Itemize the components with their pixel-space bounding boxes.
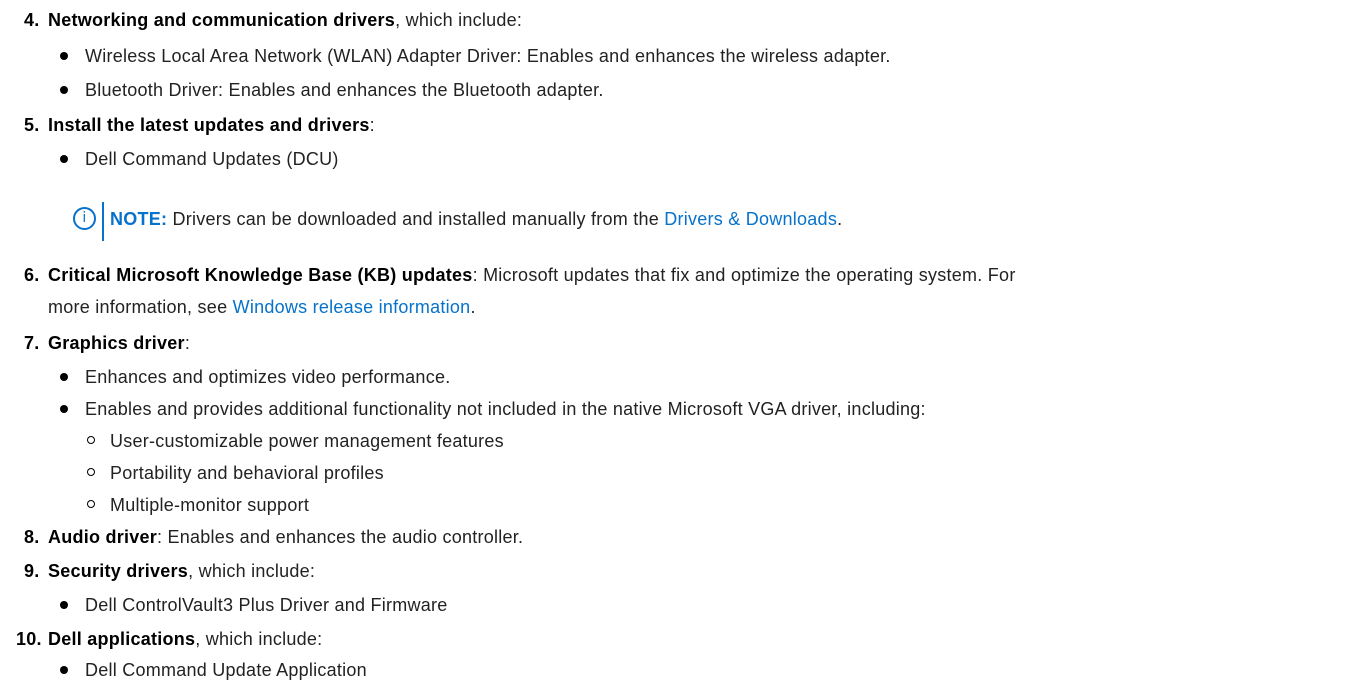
- list-item-install-updates: Install the latest updates and drivers:: [48, 113, 375, 137]
- sub-bullet-item: Portability and behavioral profiles: [110, 463, 384, 483]
- item-text: :: [369, 115, 375, 135]
- item-text: more information, see: [48, 297, 233, 317]
- list-item-kb-updates-line2: more information, see Windows release in…: [48, 295, 476, 319]
- list-number: 6.: [24, 265, 40, 285]
- item-text-end: .: [470, 297, 476, 317]
- bullet-item: Bluetooth Driver: Enables and enhances t…: [85, 80, 604, 100]
- note-divider: [102, 202, 104, 241]
- windows-release-info-link[interactable]: Windows release information: [233, 297, 471, 317]
- item-text: , which include:: [195, 629, 323, 649]
- list-number: 9.: [24, 561, 40, 581]
- bullet-icon: [60, 405, 68, 413]
- bullet-item: Dell ControlVault3 Plus Driver and Firmw…: [85, 595, 448, 615]
- list-number: 4.: [24, 10, 40, 30]
- bullet-icon: [60, 86, 68, 94]
- bullet-item: Wireless Local Area Network (WLAN) Adapt…: [85, 46, 891, 66]
- bullet-icon: [60, 373, 68, 381]
- sub-bullet-item: User-customizable power management featu…: [110, 431, 504, 451]
- sub-bullet-item: Multiple-monitor support: [110, 495, 310, 515]
- item-text: :: [184, 333, 191, 353]
- note-end: .: [837, 209, 843, 229]
- list-number: 5.: [24, 115, 40, 135]
- list-item-dell-apps: Dell applications, which include:: [48, 627, 322, 651]
- note-label: NOTE:: [110, 209, 168, 229]
- bullet-icon: [60, 155, 68, 163]
- note-text: NOTE: Drivers can be downloaded and inst…: [110, 207, 842, 231]
- bullet-item: Dell Command Updates (DCU): [85, 149, 339, 169]
- item-text: : Enables and enhances the audio control…: [157, 527, 524, 547]
- item-title: Security drivers: [48, 561, 189, 581]
- drivers-downloads-link[interactable]: Drivers & Downloads: [664, 209, 837, 229]
- item-title: Networking and communication drivers: [48, 10, 396, 30]
- list-item-graphics: Graphics driver:: [48, 331, 190, 355]
- bullet-item: Enables and provides additional function…: [85, 399, 926, 419]
- item-text: , which include:: [188, 561, 316, 581]
- bullet-icon: [60, 666, 68, 674]
- sub-bullet-icon: [87, 500, 95, 508]
- item-title: Graphics driver: [48, 333, 185, 353]
- item-title: Dell applications: [48, 629, 196, 649]
- list-item-security: Security drivers, which include:: [48, 559, 315, 583]
- note-body: Drivers can be downloaded and installed …: [167, 209, 665, 229]
- bullet-icon: [60, 601, 68, 609]
- item-text: : Microsoft updates that fix and optimiz…: [472, 265, 1016, 285]
- list-number: 8.: [24, 527, 40, 547]
- item-title: Audio driver: [48, 527, 158, 547]
- list-item-networking: Networking and communication drivers, wh…: [48, 8, 522, 32]
- bullet-icon: [60, 52, 68, 60]
- list-number: 10.: [16, 629, 42, 649]
- bullet-item: Enhances and optimizes video performance…: [85, 367, 451, 387]
- sub-bullet-icon: [87, 436, 95, 444]
- item-title: Install the latest updates and drivers: [48, 115, 370, 135]
- list-item-kb-updates: Critical Microsoft Knowledge Base (KB) u…: [48, 263, 1016, 287]
- sub-bullet-icon: [87, 468, 95, 476]
- info-icon: i: [73, 207, 96, 230]
- item-text: , which include:: [395, 10, 523, 30]
- item-title: Critical Microsoft Knowledge Base (KB) u…: [48, 265, 473, 285]
- bullet-item: Dell Command Update Application: [85, 660, 367, 680]
- list-item-audio: Audio driver: Enables and enhances the a…: [48, 525, 523, 549]
- list-number: 7.: [24, 333, 40, 353]
